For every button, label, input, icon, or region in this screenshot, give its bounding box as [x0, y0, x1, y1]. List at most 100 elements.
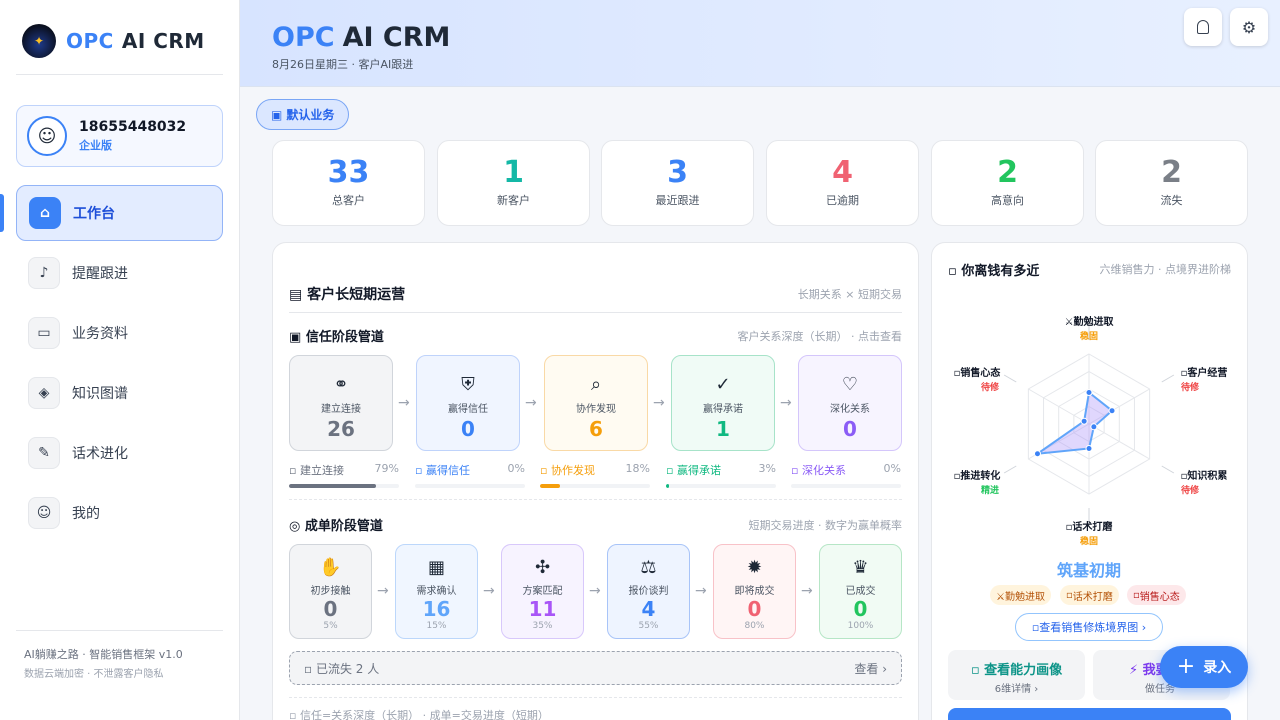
- stat-label: 流失: [1160, 194, 1183, 207]
- arrow-icon: →: [377, 583, 389, 599]
- deal-stage-contact[interactable]: ✋ 初步接触 0 5%: [289, 544, 372, 639]
- deal-stage-need[interactable]: ▦ 需求确认 16 15%: [395, 544, 478, 639]
- add-record-fab[interactable]: + 录入: [1160, 646, 1248, 688]
- stage-name: 报价谈判: [628, 586, 669, 597]
- deal-stage-won[interactable]: ♛ 已成交 0 100%: [819, 544, 902, 639]
- logo-icon: ✦: [22, 24, 56, 58]
- nav-label: 提醒跟进: [72, 266, 128, 282]
- stat-label: 最近跟进: [655, 194, 700, 207]
- stage-count: 26: [327, 417, 355, 441]
- sidebar: ✦ OPC AI CRM ☺ 18655448032 企业版 ⌂ 工作台 ♪ 提醒跟进…: [0, 0, 240, 720]
- view-realm-map-button[interactable]: ▫ 查看销售修炼境界图 ›: [1015, 613, 1163, 641]
- user-phone: 18655448032: [79, 119, 187, 135]
- radar-tick: [1161, 465, 1175, 474]
- wave-icon: ✋: [319, 557, 342, 578]
- ability-title: ▫ 查看能力画像: [948, 659, 1085, 678]
- trust-stage-discover[interactable]: ⌕ 协作发现 6: [544, 355, 648, 451]
- stat-card-lost[interactable]: 2 流失: [1095, 140, 1248, 226]
- progress-label: ▫ 赢得承诺: [666, 464, 721, 477]
- nav-item-workbench[interactable]: ⌂ 工作台: [16, 185, 223, 241]
- radar-point: [1108, 407, 1116, 415]
- trust-progress-commit: ▫ 赢得承诺 3%: [666, 462, 776, 488]
- stat-value: 4: [832, 155, 853, 190]
- radar-dim-name: 客户经营: [1187, 368, 1228, 379]
- folder-icon: ▭: [28, 317, 60, 349]
- stage-count: 0: [747, 597, 762, 621]
- trust-stage-connect[interactable]: ⚭ 建立连接 26: [289, 355, 393, 451]
- stage-name: 方案匹配: [522, 586, 563, 597]
- stage-count: 16: [422, 597, 451, 621]
- radar-dim-status: 稳固: [1079, 332, 1098, 342]
- stage-prob: 5%: [323, 621, 338, 631]
- progress-name: 协作发现: [550, 464, 595, 477]
- radar-chart[interactable]: ⚔勤勉进取 稳固 ▫客户经营 待修 ▫知识积累 待修 ▫话术打磨 稳固 ▫推进转化 精进 …: [948, 300, 1234, 547]
- deal-stage-solution[interactable]: ✣ 方案匹配 11 35%: [501, 544, 584, 639]
- money-title-text: 你离钱有多近: [961, 264, 1040, 279]
- user-card[interactable]: ☺ 18655448032 企业版: [16, 105, 223, 167]
- stat-value: 2: [997, 155, 1018, 190]
- nav-item-script-evolution[interactable]: ✎ 话术进化: [16, 425, 223, 481]
- nav-item-materials[interactable]: ▭ 业务资料: [16, 305, 223, 361]
- progress-fill: [289, 484, 376, 488]
- stat-card-total[interactable]: 33 总客户: [272, 140, 425, 226]
- arrow-icon: →: [695, 583, 707, 599]
- scale-icon: ⚖: [640, 557, 657, 578]
- stage-count: 11: [528, 597, 557, 621]
- trust-title-text: 信任阶段管道: [305, 330, 384, 345]
- progress-pct: 79%: [374, 462, 399, 475]
- brand-text: OPC AI CRM: [66, 29, 205, 53]
- radar-point: [1080, 417, 1088, 425]
- handshake-icon: ▣: [289, 330, 306, 345]
- radar-dim-name: 话术打磨: [1072, 522, 1113, 533]
- shield-icon: ⛨: [461, 374, 475, 395]
- plus-icon: +: [1176, 654, 1196, 679]
- deal-title: ◎ 成单阶段管道: [289, 515, 383, 534]
- stat-card-overdue[interactable]: 4 已逾期: [766, 140, 919, 226]
- ability-profile-button[interactable]: ▫ 查看能力画像 6维详情 ›: [948, 650, 1085, 700]
- stat-label: 已逾期: [826, 194, 859, 207]
- stage-count: 0: [853, 597, 868, 621]
- bottom-action-bar[interactable]: [948, 708, 1231, 720]
- radar-dim-status: 精进: [980, 486, 999, 496]
- chart-icon: ▤: [289, 287, 308, 303]
- nav-item-me[interactable]: ☺ 我的: [16, 485, 223, 541]
- trust-stage-trust[interactable]: ⛨ 赢得信任 0: [416, 355, 520, 451]
- page-subtitle: 8月26日星期三 · 客户AI跟进: [272, 58, 414, 71]
- deal-title-text: 成单阶段管道: [304, 519, 383, 534]
- radar-point: [1085, 445, 1093, 452]
- notification-button[interactable]: [1184, 8, 1222, 46]
- business-selector[interactable]: ▣ 默认业务: [256, 99, 350, 130]
- target-icon: ◎: [289, 519, 305, 534]
- radar-dim-name: 推进转化: [960, 471, 1001, 482]
- radar-label-knowledge: ▫知识积累 待修: [1174, 467, 1234, 496]
- search-icon: ⌕: [590, 374, 602, 395]
- user-icon: ☺: [27, 116, 67, 156]
- nav-item-reminders[interactable]: ♪ 提醒跟进: [16, 245, 223, 301]
- stat-card-recent[interactable]: 3 最近跟进: [601, 140, 754, 226]
- lost-view-link[interactable]: 查看 ›: [854, 660, 887, 677]
- radar-point: [1090, 423, 1098, 431]
- settings-button[interactable]: ⚙: [1230, 8, 1268, 46]
- lost-label: 已流失 2 人: [315, 661, 380, 676]
- progress-pct: 0%: [507, 462, 525, 475]
- stat-card-high-intent[interactable]: 2 高意向: [931, 140, 1084, 226]
- stat-card-new[interactable]: 1 新客户: [437, 140, 590, 226]
- deal-stage-negotiate[interactable]: ⚖ 报价谈判 4 55%: [607, 544, 690, 639]
- radar-dim-name-wrap: ▫客户经营: [1180, 368, 1228, 379]
- business-label: 默认业务: [286, 108, 335, 122]
- lost-customers-bar[interactable]: ▫ 已流失 2 人 查看 ›: [289, 651, 902, 685]
- nav-item-knowledge-graph[interactable]: ◈ 知识图谱: [16, 365, 223, 421]
- user-icon: ☺: [28, 497, 60, 529]
- trust-title: ▣ 信任阶段管道: [289, 326, 384, 345]
- deal-stage-closing[interactable]: ✹ 即将成交 0 80%: [713, 544, 796, 639]
- stage-name: 赢得承诺: [703, 404, 743, 415]
- realm-title[interactable]: 筑基初期: [932, 557, 1246, 581]
- divider: [16, 630, 223, 631]
- brand[interactable]: ✦ OPC AI CRM: [22, 24, 205, 58]
- trust-stage-deepen[interactable]: ♡ 深化关系 0: [798, 355, 902, 451]
- stat-label: 高意向: [991, 194, 1024, 207]
- progress-fill: [540, 484, 560, 488]
- trust-stage-commit[interactable]: ✓ 赢得承诺 1: [671, 355, 775, 451]
- gear-icon: ⚙: [1241, 17, 1257, 37]
- money-note: 六维销售力 · 点境界进阶梯: [1099, 263, 1232, 276]
